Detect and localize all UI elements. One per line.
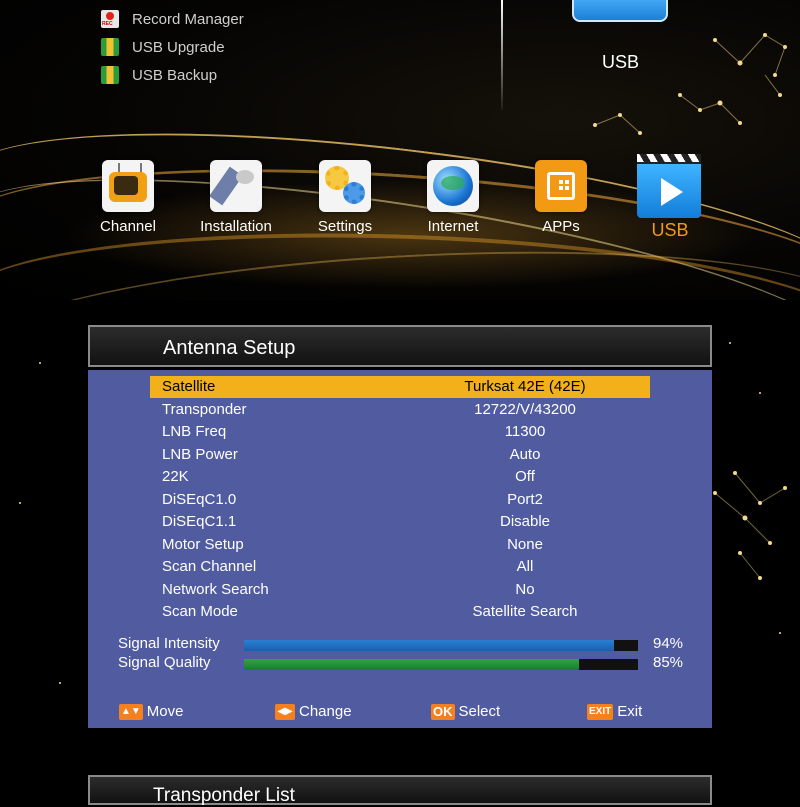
- hint-exit: EXIT Exit: [587, 703, 642, 720]
- setting-value[interactable]: Turksat 42E (42E): [400, 376, 650, 398]
- menu-item-label: Channel: [100, 218, 156, 235]
- menu-item-installation[interactable]: Installation: [186, 160, 286, 235]
- record-icon: [101, 10, 119, 28]
- hint-label: Select: [458, 703, 501, 720]
- video-play-icon: [637, 154, 701, 218]
- menu-item-label: APPs: [542, 218, 580, 235]
- hint-label: Move: [146, 703, 184, 720]
- up-down-arrow-key-icon: ▲▼: [119, 703, 143, 720]
- setting-label: Transponder: [162, 401, 247, 418]
- setting-value[interactable]: None: [400, 534, 650, 556]
- setting-row-22k[interactable]: 22K Off: [150, 466, 650, 488]
- setting-value[interactable]: Port2: [400, 489, 650, 511]
- setting-row-scan-mode[interactable]: Scan Mode Satellite Search: [150, 601, 650, 623]
- page-title: Transponder List: [153, 785, 295, 806]
- transponder-list-header: Transponder List: [88, 775, 712, 806]
- setting-row-diseqc-1-1[interactable]: DiSEqC1.1 Disable: [150, 511, 650, 533]
- setting-label: 22K: [162, 468, 189, 485]
- menu-item-label: USB: [651, 220, 689, 240]
- main-menu-panel: Record Manager USB Upgrade USB Backup US…: [0, 0, 800, 300]
- setting-label: LNB Freq: [162, 423, 227, 440]
- globe-icon: [427, 160, 479, 212]
- setting-row-satellite[interactable]: Satellite Turksat 42E (42E): [150, 376, 650, 398]
- signal-quality-bar: [244, 659, 638, 670]
- satellite-icon: [210, 160, 262, 212]
- setting-row-transponder[interactable]: Transponder 12722/V/43200: [150, 399, 650, 421]
- setting-row-lnb-freq[interactable]: LNB Freq 11300: [150, 421, 650, 443]
- signal-intensity-percent: 94%: [653, 635, 684, 652]
- setting-label: Network Search: [162, 581, 269, 598]
- gears-icon: [319, 160, 371, 212]
- menu-item-apps[interactable]: APPs: [511, 160, 611, 235]
- tv-icon: [102, 160, 154, 212]
- setting-label: Scan Mode: [162, 603, 238, 620]
- exit-key-icon: EXIT: [587, 703, 614, 720]
- submenu-item-usb-backup[interactable]: USB Backup: [101, 61, 244, 89]
- hint-change: ◀▶ Change: [275, 703, 352, 720]
- setting-row-diseqc-1-0[interactable]: DiSEqC1.0 Port2: [150, 489, 650, 511]
- four-way-arrow-key-icon: ◀▶: [275, 703, 295, 720]
- menu-item-label: Installation: [200, 218, 272, 235]
- setting-value[interactable]: Auto: [400, 444, 650, 466]
- signal-intensity-label: Signal Intensity: [118, 635, 220, 652]
- antenna-settings-list: Satellite Turksat 42E (42E) Transponder …: [88, 370, 712, 728]
- antenna-setup-panel: Antenna Setup Satellite Turksat 42E (42E…: [0, 303, 800, 750]
- antenna-setup-header: Antenna Setup: [88, 325, 712, 367]
- setting-value[interactable]: 12722/V/43200: [400, 399, 650, 421]
- setting-label: DiSEqC1.0: [162, 491, 237, 508]
- setting-value[interactable]: Disable: [400, 511, 650, 533]
- menu-item-label: Internet: [427, 218, 479, 235]
- hint-select: OK Select: [431, 703, 500, 720]
- signal-quality-percent: 85%: [653, 654, 684, 671]
- usb-backup-icon: [101, 66, 119, 84]
- setting-row-scan-channel[interactable]: Scan Channel All: [150, 556, 650, 578]
- hint-label: Change: [299, 703, 352, 720]
- submenu-item-label: USB Backup: [132, 66, 218, 84]
- setting-label: Scan Channel: [162, 558, 257, 575]
- setting-row-motor-setup[interactable]: Motor Setup None: [150, 534, 650, 556]
- signal-intensity-fill: [244, 640, 615, 651]
- menu-item-internet[interactable]: Internet: [403, 160, 503, 235]
- signal-intensity-bar: [244, 640, 638, 651]
- submenu-item-record-manager[interactable]: Record Manager: [101, 5, 244, 33]
- setting-value[interactable]: Satellite Search: [400, 601, 650, 623]
- setting-label: LNB Power: [162, 446, 238, 463]
- setting-value[interactable]: Off: [400, 466, 650, 488]
- submenu-item-label: Record Manager: [132, 10, 244, 28]
- divider: [501, 0, 503, 110]
- signal-quality-fill: [244, 659, 579, 670]
- setting-value[interactable]: No: [400, 579, 650, 601]
- ok-key-icon: OK: [431, 703, 455, 720]
- setting-value[interactable]: All: [400, 556, 650, 578]
- usb-header-label: USB: [602, 52, 640, 72]
- submenu-item-label: USB Upgrade: [132, 38, 225, 56]
- hint-label: Exit: [617, 703, 643, 720]
- usb-preview-tile: [572, 0, 668, 22]
- setting-row-network-search[interactable]: Network Search No: [150, 579, 650, 601]
- transponder-list-panel: Transponder List: [0, 755, 800, 806]
- submenu-item-usb-upgrade[interactable]: USB Upgrade: [101, 33, 244, 61]
- menu-item-settings[interactable]: Settings: [295, 160, 395, 235]
- setting-row-lnb-power[interactable]: LNB Power Auto: [150, 444, 650, 466]
- menu-item-label: Settings: [317, 218, 373, 235]
- usb-upgrade-icon: [101, 38, 119, 56]
- page-title: Antenna Setup: [163, 337, 296, 359]
- setting-label: Motor Setup: [162, 536, 244, 553]
- usb-submenu: Record Manager USB Upgrade USB Backup: [101, 5, 244, 89]
- hint-move: ▲▼ Move: [119, 703, 183, 720]
- store-bag-icon: [535, 160, 587, 212]
- setting-label: DiSEqC1.1: [162, 513, 237, 530]
- signal-quality-label: Signal Quality: [118, 654, 211, 671]
- setting-value[interactable]: 11300: [400, 421, 650, 443]
- menu-item-channel[interactable]: Channel: [78, 160, 178, 235]
- setting-label: Satellite: [162, 378, 216, 395]
- menu-item-usb[interactable]: USB: [637, 154, 703, 241]
